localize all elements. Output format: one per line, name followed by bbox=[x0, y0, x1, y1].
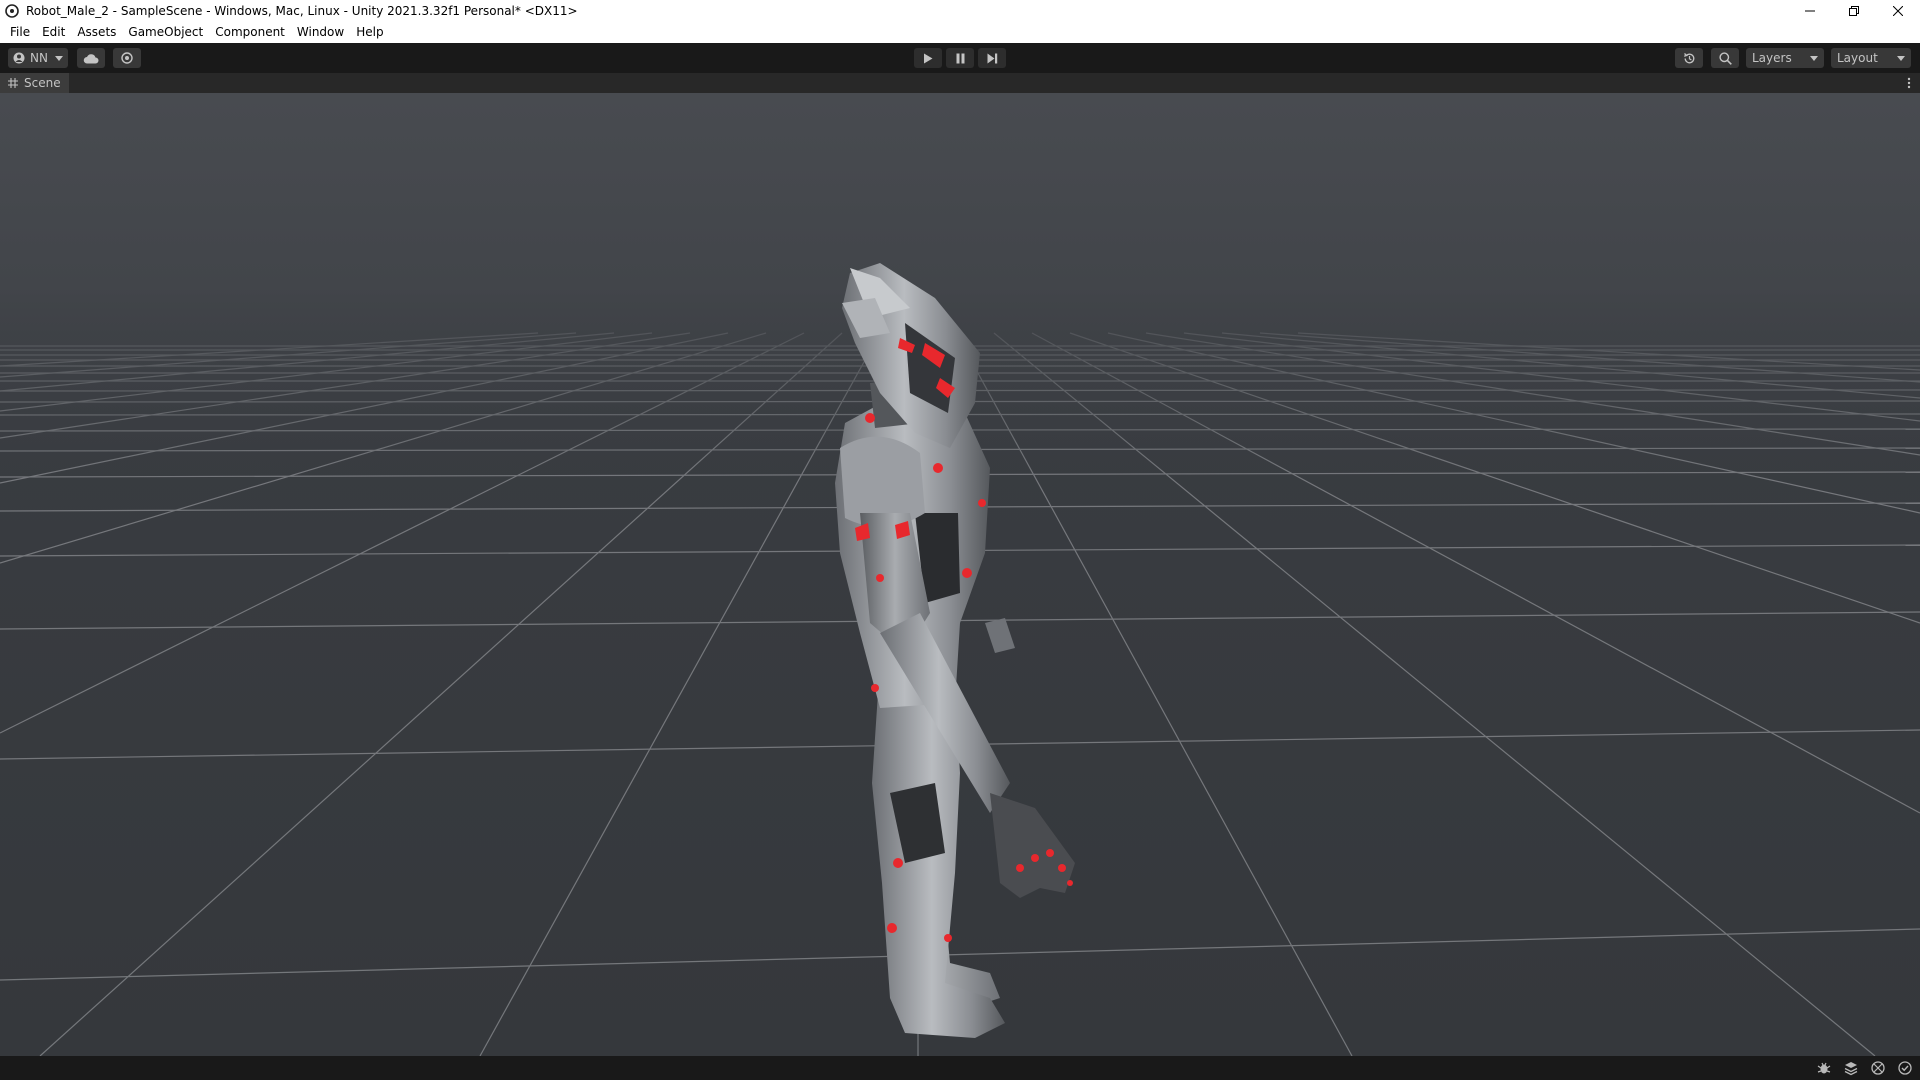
checkmark-circle-icon[interactable] bbox=[1897, 1060, 1913, 1076]
close-button[interactable] bbox=[1876, 0, 1920, 22]
pause-icon bbox=[956, 53, 965, 64]
bug-icon[interactable] bbox=[1816, 1060, 1832, 1076]
window-titlebar: Robot_Male_2 - SampleScene - Windows, Ma… bbox=[0, 0, 1920, 22]
main-toolbar: NN Layers Layout bbox=[0, 43, 1920, 73]
play-icon bbox=[923, 53, 933, 64]
undo-history-button[interactable] bbox=[1675, 48, 1703, 68]
layers-stack-icon[interactable] bbox=[1843, 1060, 1859, 1076]
account-icon bbox=[13, 52, 25, 64]
play-button[interactable] bbox=[914, 48, 942, 68]
menu-window[interactable]: Window bbox=[291, 22, 350, 43]
chevron-down-icon bbox=[54, 55, 63, 61]
menu-gameobject[interactable]: GameObject bbox=[122, 22, 209, 43]
collab-button[interactable] bbox=[113, 48, 141, 68]
menu-component[interactable]: Component bbox=[209, 22, 291, 43]
menu-bar: File Edit Assets GameObject Component Wi… bbox=[0, 22, 1920, 43]
history-icon bbox=[1683, 52, 1696, 65]
search-icon bbox=[1718, 51, 1732, 65]
menu-assets[interactable]: Assets bbox=[71, 22, 122, 43]
cloud-icon bbox=[83, 53, 99, 64]
menu-edit[interactable]: Edit bbox=[36, 22, 71, 43]
cloud-button[interactable] bbox=[77, 48, 105, 68]
scene-grid-icon bbox=[8, 78, 18, 88]
chevron-down-icon bbox=[1897, 55, 1905, 61]
status-bar bbox=[0, 1056, 1920, 1080]
scene-tab-bar: Scene bbox=[0, 73, 1920, 93]
tab-options-button[interactable] bbox=[1904, 75, 1914, 91]
tab-scene[interactable]: Scene bbox=[0, 73, 69, 93]
menu-file[interactable]: File bbox=[4, 22, 36, 43]
settings-icon bbox=[121, 52, 133, 64]
step-button[interactable] bbox=[978, 48, 1006, 68]
restore-button[interactable] bbox=[1832, 0, 1876, 22]
layout-dropdown[interactable]: Layout bbox=[1831, 48, 1911, 68]
chevron-down-icon bbox=[1810, 55, 1818, 61]
tab-scene-label: Scene bbox=[24, 76, 61, 90]
window-title: Robot_Male_2 - SampleScene - Windows, Ma… bbox=[26, 4, 578, 18]
step-icon bbox=[987, 53, 998, 64]
account-label: NN bbox=[30, 51, 48, 65]
layers-dropdown[interactable]: Layers bbox=[1746, 48, 1824, 68]
account-dropdown[interactable]: NN bbox=[8, 48, 68, 68]
unity-logo-icon bbox=[4, 3, 20, 19]
network-icon[interactable] bbox=[1870, 1060, 1886, 1076]
menu-help[interactable]: Help bbox=[350, 22, 389, 43]
layout-label: Layout bbox=[1837, 51, 1878, 65]
more-vertical-icon bbox=[1907, 77, 1911, 89]
minimize-button[interactable] bbox=[1788, 0, 1832, 22]
scene-viewport[interactable] bbox=[0, 93, 1920, 1056]
layers-label: Layers bbox=[1752, 51, 1792, 65]
pause-button[interactable] bbox=[946, 48, 974, 68]
search-button[interactable] bbox=[1711, 48, 1739, 68]
